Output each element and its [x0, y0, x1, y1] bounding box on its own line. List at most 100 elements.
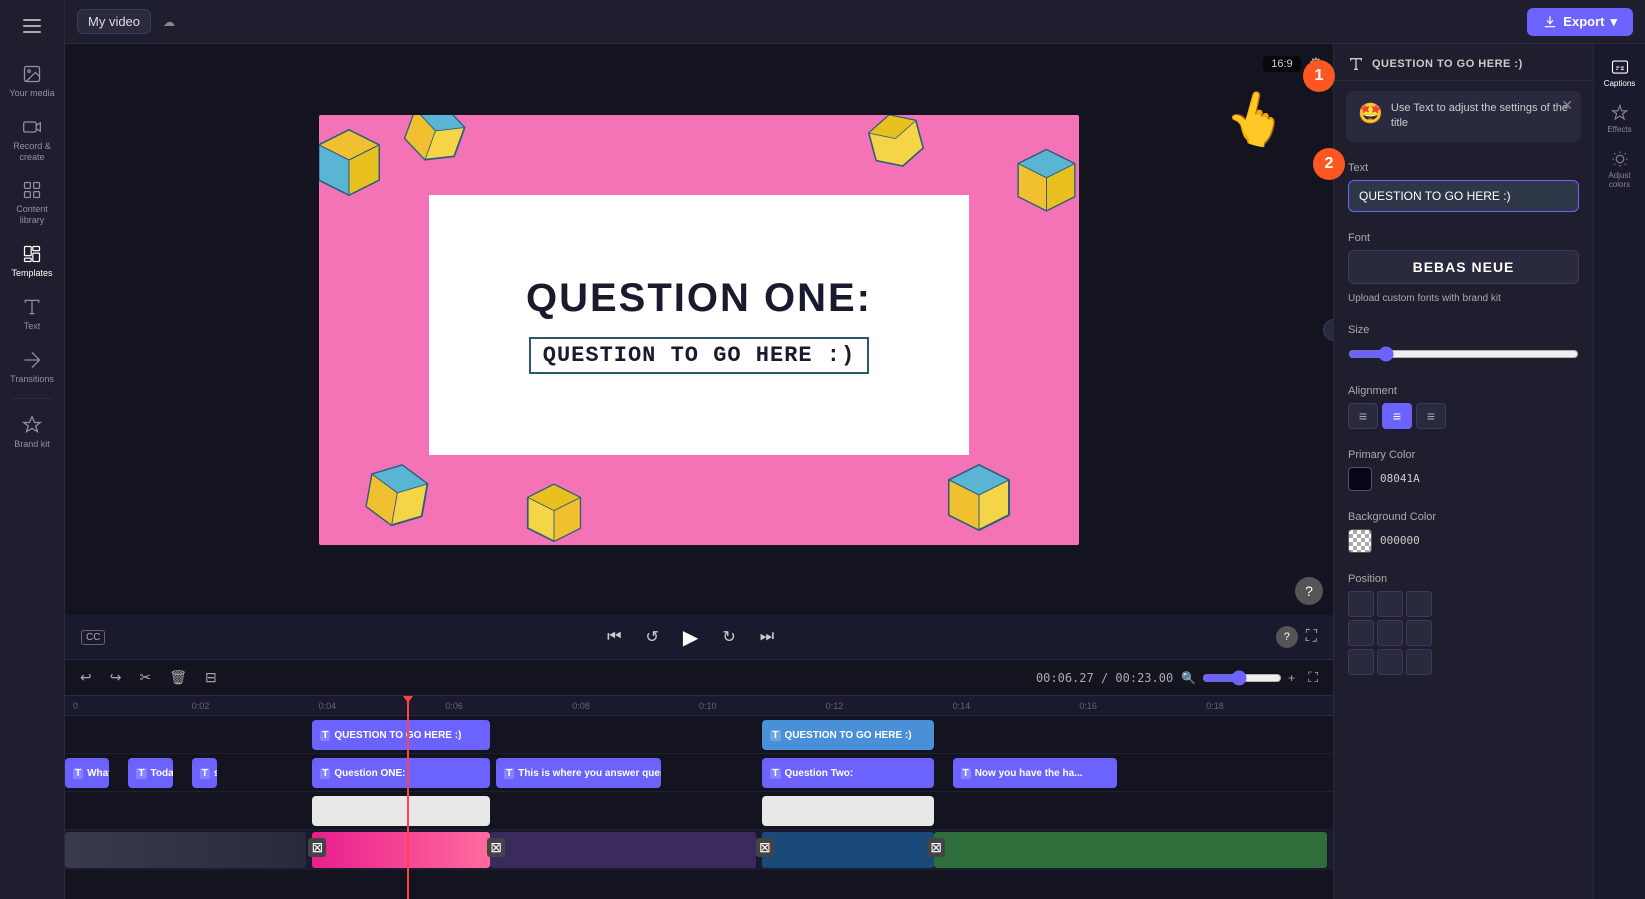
cloud-save-icon[interactable]: ☁ [163, 15, 175, 29]
sidebar-item-content[interactable]: Content library [3, 172, 61, 232]
pos-btn-bl[interactable] [1348, 649, 1374, 675]
collapse-button[interactable]: › [1323, 319, 1333, 341]
forward-5-button[interactable]: ↻ [718, 623, 739, 651]
undo-button[interactable]: ↩ [75, 666, 97, 689]
export-button[interactable]: Export ▾ [1527, 8, 1633, 36]
transition-icon-2[interactable]: ⊠ [487, 838, 505, 857]
pos-btn-tl[interactable] [1348, 591, 1374, 617]
upload-fonts-row: Upload custom fonts with brand kit [1348, 290, 1579, 304]
cc-badge[interactable]: CC [81, 630, 105, 645]
pos-btn-mc[interactable] [1377, 620, 1403, 646]
help-button[interactable]: ? [1295, 577, 1323, 605]
cut-button[interactable]: ✂ [134, 666, 156, 689]
fullscreen-button[interactable]: ⛶ [1306, 628, 1317, 646]
ri-item-effects[interactable]: Effects [1598, 98, 1642, 140]
background-color-swatch[interactable] [1348, 529, 1372, 553]
ri-item-adjust[interactable]: Adjust colors [1598, 144, 1642, 195]
size-slider[interactable] [1348, 346, 1579, 362]
font-selector[interactable]: BEBAS NEUE [1348, 250, 1579, 284]
sidebar-item-record-label: Record & create [7, 141, 57, 163]
canvas-settings: 16:9 ⚙ [1263, 54, 1323, 74]
position-grid [1348, 591, 1579, 675]
sidebar-item-media[interactable]: Your media [3, 56, 61, 105]
sidebar-item-text[interactable]: Text [3, 289, 61, 338]
track-clip-white1[interactable] [312, 796, 490, 826]
track-clip-sub3[interactable]: T s [192, 758, 217, 788]
pos-btn-bc[interactable] [1377, 649, 1403, 675]
track-clip-sub4[interactable]: T Question ONE: [312, 758, 490, 788]
help-circle-icon[interactable]: ? [1276, 626, 1298, 648]
track-row-2: T What's up! T Today, w T s T [65, 754, 1333, 792]
track-clip-title2[interactable]: T QUESTION TO GO HERE :) [762, 720, 933, 750]
pos-btn-ml[interactable] [1348, 620, 1374, 646]
track-row-3 [65, 792, 1333, 830]
cube-br [939, 460, 1019, 540]
upload-fonts-link[interactable]: Upload custom fonts with brand kit [1348, 293, 1501, 304]
thumb-dark-left [65, 832, 306, 868]
ruler-mark-2: 0:04 [319, 701, 337, 711]
track-clip-sub6[interactable]: T Question Two: [762, 758, 933, 788]
play-button[interactable]: ▶ [679, 621, 702, 654]
ri-item-adjust-label: Adjust colors [1600, 171, 1640, 189]
sidebar-item-record[interactable]: Record & create [3, 109, 61, 169]
pos-btn-br[interactable] [1406, 649, 1432, 675]
zoom-in-icon[interactable]: + [1288, 671, 1295, 685]
expand-timeline-button[interactable]: ⛶ [1303, 666, 1323, 689]
delete-button[interactable]: 🗑 [164, 666, 192, 689]
question-title: QUESTION ONE: [526, 276, 872, 321]
font-section: Font BEBAS NEUE Upload custom fonts with… [1334, 222, 1593, 314]
redo-button[interactable]: ↪ [105, 666, 127, 689]
transition-icon-1[interactable]: ⊠ [308, 838, 326, 857]
pos-btn-mr[interactable] [1406, 620, 1432, 646]
thumb-blue [762, 832, 933, 868]
track-clip-sub5[interactable]: T This is where you answer question one [496, 758, 661, 788]
background-color-value: 000000 [1380, 534, 1420, 547]
track-clip-sub7[interactable]: T Now you have the ha... [953, 758, 1118, 788]
right-panel: QUESTION TO GO HERE :) 🤩 Use Text to adj… [1333, 44, 1593, 899]
skip-forward-button[interactable]: ⏭ [756, 624, 778, 650]
align-right-button[interactable]: ≡ [1416, 403, 1446, 429]
tooltip-emoji: 🤩 [1358, 101, 1383, 126]
video-title[interactable]: My video [77, 9, 151, 34]
sidebar-item-transitions[interactable]: Transitions [3, 342, 61, 391]
zoom-slider[interactable] [1202, 670, 1282, 686]
player-controls: CC ⏮ ↺ ▶ ↻ ⏭ ? ⛶ [65, 615, 1333, 659]
sidebar-item-templates-label: Templates [11, 268, 52, 279]
split-button[interactable]: ⊟ [200, 666, 222, 689]
track-clip-sub2[interactable]: T Today, w [128, 758, 172, 788]
primary-color-swatch[interactable] [1348, 467, 1372, 491]
align-left-button[interactable]: ≡ [1348, 403, 1378, 429]
sidebar-item-text-label: Text [24, 321, 41, 332]
ruler-mark-1: 0:02 [192, 701, 210, 711]
hamburger-menu[interactable] [12, 8, 52, 44]
zoom-controls: 🔍 + [1181, 670, 1295, 686]
rewind-5-button[interactable]: ↺ [642, 623, 663, 651]
zoom-out-icon[interactable]: 🔍 [1181, 671, 1196, 685]
ri-item-effects-label: Effects [1607, 125, 1631, 134]
skip-back-button[interactable]: ⏮ [603, 624, 625, 650]
cube-top2 [857, 115, 937, 182]
content-row: 16:9 ⚙ [65, 44, 1645, 899]
transition-icon-4[interactable]: ⊠ [927, 838, 945, 857]
transition-icon-3[interactable]: ⊠ [756, 838, 774, 857]
track-clip-sub1[interactable]: T What's up! [65, 758, 109, 788]
sidebar-item-brand[interactable]: Brand kit [3, 407, 61, 456]
track-clip-title1[interactable]: T QUESTION TO GO HERE :) [312, 720, 490, 750]
ruler-mark-5: 0:10 [699, 701, 717, 711]
track-clip-white2[interactable] [762, 796, 933, 826]
align-center-button[interactable]: ≡ [1382, 403, 1412, 429]
question-subtitle[interactable]: QUESTION TO GO HERE :) [529, 337, 869, 374]
main-area: My video ☁ Export ▾ 16:9 ⚙ [65, 0, 1645, 899]
track-row-1: T QUESTION TO GO HERE :) T QUESTION TO G… [65, 716, 1333, 754]
aspect-ratio-badge: 16:9 [1263, 56, 1300, 72]
cube-b2 [519, 480, 589, 545]
ruler-mark-3: 0:06 [445, 701, 463, 711]
canvas-settings-icon[interactable]: ⚙ [1309, 54, 1323, 74]
tooltip-close-button[interactable]: ✕ [1561, 97, 1573, 114]
text-input[interactable] [1348, 180, 1579, 212]
sidebar-item-templates[interactable]: Templates [3, 236, 61, 285]
sidebar-item-content-label: Content library [7, 204, 57, 226]
pos-btn-tc[interactable] [1377, 591, 1403, 617]
pos-btn-tr[interactable] [1406, 591, 1432, 617]
ri-item-captions[interactable]: Captions [1598, 52, 1642, 94]
